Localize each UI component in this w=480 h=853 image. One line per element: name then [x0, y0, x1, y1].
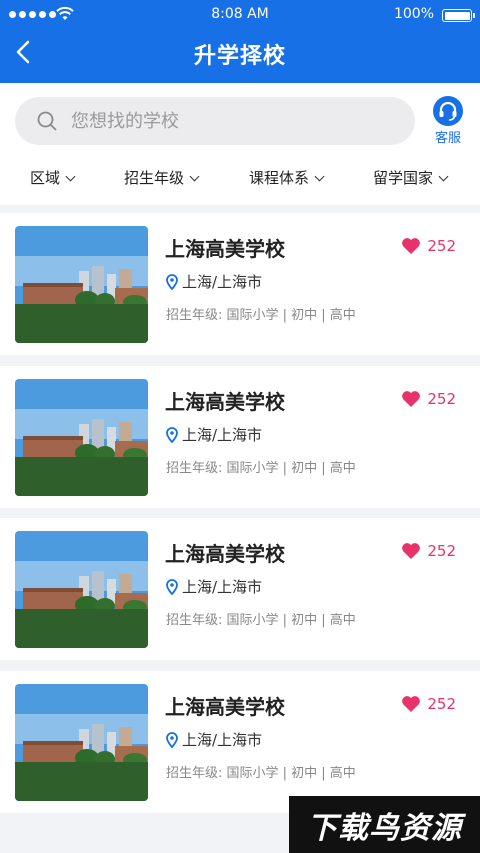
status-bar: 8:08 AM 100%: [0, 0, 480, 30]
filter-region-label: 区域: [30, 169, 61, 187]
like-count: 252: [427, 542, 456, 560]
school-card[interactable]: 上海高美学校 上海/上海市 招生年级: 国际小学 | 初中 | 高中 252: [0, 671, 480, 813]
school-photo: [15, 226, 148, 343]
heart-icon: [402, 391, 421, 407]
school-grades: 招生年级: 国际小学 | 初中 | 高中: [166, 613, 356, 628]
filter-grade-label: 招生年级: [124, 169, 185, 187]
school-name: 上海高美学校: [165, 542, 285, 566]
like-button[interactable]: 252: [401, 695, 456, 713]
chevron-down-icon: [65, 171, 76, 182]
school-location-text: 上海/上海市: [182, 578, 263, 596]
location-pin-icon: [166, 273, 178, 290]
school-grades: 招生年级: 国际小学 | 初中 | 高中: [166, 766, 356, 781]
location-pin-icon: [166, 731, 178, 748]
app-header: 8:08 AM 100% 升学择校: [0, 0, 480, 83]
school-grades: 招生年级: 国际小学 | 初中 | 高中: [166, 461, 356, 476]
school-location: 上海/上海市: [166, 424, 262, 445]
school-photo: [15, 531, 148, 648]
like-count: 252: [427, 695, 456, 713]
school-location: 上海/上海市: [166, 271, 262, 292]
headset-icon: [433, 96, 463, 126]
filter-grade[interactable]: 招生年级: [124, 167, 200, 188]
like-count: 252: [427, 237, 456, 255]
search-input[interactable]: [71, 97, 391, 145]
filter-country[interactable]: 留学国家: [373, 167, 449, 188]
school-card[interactable]: 上海高美学校 上海/上海市 招生年级: 国际小学 | 初中 | 高中 252: [0, 213, 480, 355]
chevron-down-icon: [314, 171, 325, 182]
location-pin-icon: [166, 426, 178, 443]
school-location: 上海/上海市: [166, 729, 262, 750]
location-pin-icon: [166, 578, 178, 595]
school-location-text: 上海/上海市: [182, 426, 263, 444]
search-box[interactable]: [15, 97, 415, 145]
heart-icon: [402, 696, 421, 712]
heart-icon: [402, 543, 421, 559]
search-filter-panel: 客服 区域 招生年级 课程体系 留学国家: [0, 83, 480, 205]
like-count: 252: [427, 390, 456, 408]
school-name: 上海高美学校: [165, 237, 285, 261]
school-location-text: 上海/上海市: [182, 273, 263, 291]
search-icon: [37, 111, 57, 131]
like-button[interactable]: 252: [401, 542, 456, 560]
like-button[interactable]: 252: [401, 237, 456, 255]
customer-service-button[interactable]: 客服: [428, 95, 468, 147]
school-location: 上海/上海市: [166, 576, 262, 597]
battery-icon: [442, 9, 475, 22]
chevron-down-icon: [189, 171, 200, 182]
filter-bar: 区域 招生年级 课程体系 留学国家: [0, 161, 480, 197]
watermark-logo: 下载鸟资源: [289, 796, 480, 853]
filter-curriculum-label: 课程体系: [249, 169, 310, 187]
school-name: 上海高美学校: [165, 390, 285, 414]
battery-percentage: 100%: [393, 6, 434, 22]
school-name: 上海高美学校: [165, 695, 285, 719]
school-card[interactable]: 上海高美学校 上海/上海市 招生年级: 国际小学 | 初中 | 高中 252: [0, 366, 480, 508]
heart-icon: [402, 238, 421, 254]
school-photo: [15, 684, 148, 801]
filter-region[interactable]: 区域: [30, 167, 76, 188]
customer-service-label: 客服: [434, 131, 461, 146]
page-title: 升学择校: [193, 44, 286, 69]
like-button[interactable]: 252: [401, 390, 456, 408]
school-grades: 招生年级: 国际小学 | 初中 | 高中: [166, 308, 356, 323]
chevron-down-icon: [438, 171, 449, 182]
school-photo: [15, 379, 148, 496]
school-card[interactable]: 上海高美学校 上海/上海市 招生年级: 国际小学 | 初中 | 高中 252: [0, 518, 480, 660]
school-location-text: 上海/上海市: [182, 731, 263, 749]
filter-country-label: 留学国家: [373, 169, 434, 187]
filter-curriculum[interactable]: 课程体系: [249, 167, 325, 188]
